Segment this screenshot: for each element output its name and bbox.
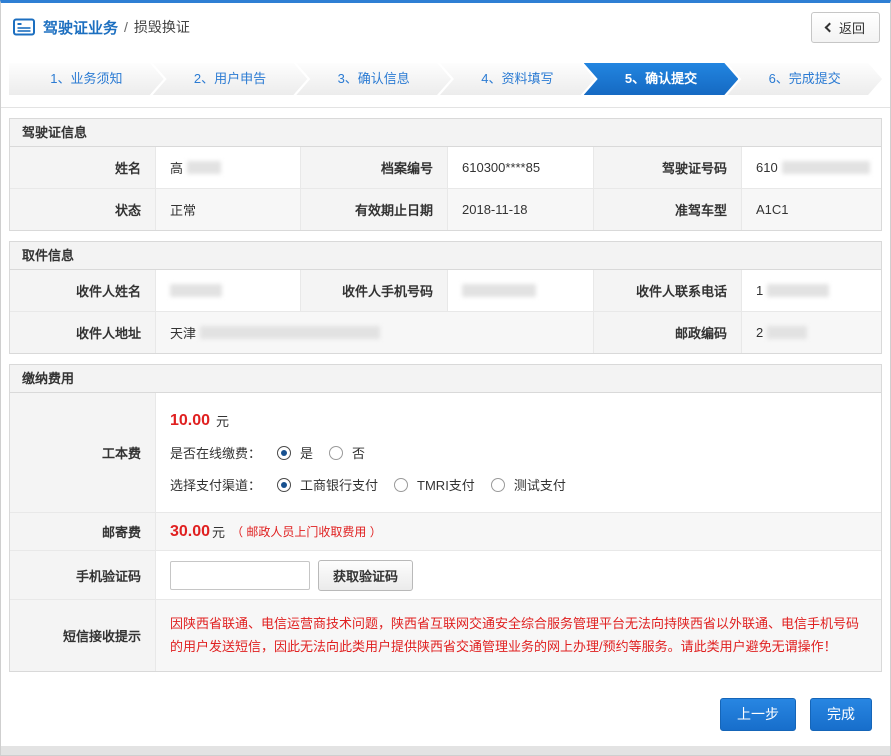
finish-button[interactable]: 完成 xyxy=(810,698,872,731)
redacted-value xyxy=(782,161,870,174)
valid-until-value: 2018-11-18 xyxy=(448,189,593,230)
recipient-address-label: 收件人地址 xyxy=(10,312,155,353)
license-info-section: 驾驶证信息 姓名 高 档案编号 610300****85 驾驶证号码 610 状… xyxy=(9,118,882,231)
sms-code-label: 手机验证码 xyxy=(10,551,155,599)
sms-code-cell: 获取验证码 xyxy=(156,551,881,599)
pickup-info-section-title: 取件信息 xyxy=(10,242,881,270)
archive-number-label: 档案编号 xyxy=(301,147,447,188)
pay-channel-row: 选择支付渠道： 工商银行支付 TMRI支付 测试支付 xyxy=(170,475,566,494)
production-fee-cell: 10.00 元 是否在线缴费： 是 否 选择支付渠道： 工商银行支付 xyxy=(156,393,881,512)
pickup-info-section: 取件信息 收件人姓名 收件人手机号码 收件人联系电话 1 收件人地址 天津 邮政… xyxy=(9,241,882,354)
yuan-unit: 元 xyxy=(212,522,225,541)
online-pay-no-radio[interactable] xyxy=(329,446,343,460)
fee-section: 缴纳费用 工本费 10.00 元 是否在线缴费： 是 否 xyxy=(9,364,882,672)
channel-icbc-radio[interactable] xyxy=(277,478,291,492)
postal-code-label: 邮政编码 xyxy=(594,312,741,353)
recipient-phone-value: 1 xyxy=(742,270,881,311)
title-separator: / xyxy=(124,19,128,35)
online-pay-label: 是否在线缴费： xyxy=(170,443,261,462)
redacted-value xyxy=(767,284,829,297)
license-number-label: 驾驶证号码 xyxy=(594,147,741,188)
production-fee-label: 工本费 xyxy=(10,393,155,512)
postage-fee-label: 邮寄费 xyxy=(10,513,155,550)
vehicle-class-label: 准驾车型 xyxy=(594,189,741,230)
license-info-section-title: 驾驶证信息 xyxy=(10,119,881,147)
footer-actions: 上一步 完成 xyxy=(9,682,882,731)
back-button-label: 返回 xyxy=(839,18,865,37)
step-4-fill-data[interactable]: 4、资料填写 xyxy=(440,63,595,95)
postage-fee-amount: 30.00 xyxy=(170,523,210,541)
step-5-confirm-submit[interactable]: 5、确认提交 xyxy=(584,63,739,95)
vehicle-class-value: A1C1 xyxy=(742,189,881,230)
bottom-strip xyxy=(1,746,890,755)
name-label: 姓名 xyxy=(10,147,155,188)
main-content: 驾驶证信息 姓名 高 档案编号 610300****85 驾驶证号码 610 状… xyxy=(1,108,890,732)
channel-tmri-radio[interactable] xyxy=(394,478,408,492)
online-pay-row: 是否在线缴费： 是 否 xyxy=(170,443,365,462)
online-pay-no-label: 否 xyxy=(352,443,365,462)
recipient-name-label: 收件人姓名 xyxy=(10,270,155,311)
license-service-icon xyxy=(13,18,35,36)
get-code-button[interactable]: 获取验证码 xyxy=(318,560,413,591)
recipient-name-value xyxy=(156,270,300,311)
header: 驾驶证业务 / 损毁换证 返回 xyxy=(1,3,890,51)
valid-until-label: 有效期止日期 xyxy=(301,189,447,230)
page-title: 驾驶证业务 xyxy=(43,17,118,38)
redacted-value xyxy=(200,326,380,339)
channel-test-radio[interactable] xyxy=(491,478,505,492)
redacted-value xyxy=(462,284,536,297)
step-wizard: 1、业务须知 2、用户申告 3、确认信息 4、资料填写 5、确认提交 6、完成提… xyxy=(1,51,890,108)
pay-channel-label: 选择支付渠道： xyxy=(170,475,261,494)
redacted-value xyxy=(187,161,221,174)
channel-test-label: 测试支付 xyxy=(514,475,566,494)
recipient-address-value: 天津 xyxy=(156,312,593,353)
redacted-value xyxy=(170,284,222,297)
step-3-confirm-info[interactable]: 3、确认信息 xyxy=(296,63,451,95)
fee-section-title: 缴纳费用 xyxy=(10,365,881,393)
postal-code-value: 2 xyxy=(742,312,881,353)
page-subtitle: 损毁换证 xyxy=(134,17,190,37)
recipient-mobile-label: 收件人手机号码 xyxy=(301,270,447,311)
sms-code-input[interactable] xyxy=(170,561,310,590)
step-1-business-notice[interactable]: 1、业务须知 xyxy=(9,63,164,95)
name-value: 高 xyxy=(156,147,300,188)
recipient-phone-label: 收件人联系电话 xyxy=(594,270,741,311)
production-fee-amount-row: 10.00 元 xyxy=(170,411,229,430)
back-button[interactable]: 返回 xyxy=(811,12,880,43)
status-value: 正常 xyxy=(156,189,300,230)
archive-number-value: 610300****85 xyxy=(448,147,593,188)
status-label: 状态 xyxy=(10,189,155,230)
yuan-unit: 元 xyxy=(216,411,229,430)
back-chevron-icon xyxy=(825,22,835,32)
postage-fee-note: （ 邮政人员上门收取费用 ） xyxy=(231,523,382,540)
previous-step-button[interactable]: 上一步 xyxy=(720,698,796,731)
step-2-user-declaration[interactable]: 2、用户申告 xyxy=(153,63,308,95)
sms-tip-text: 因陕西省联通、电信运营商技术问题，陕西省互联网交通安全综合服务管理平台无法向持陕… xyxy=(156,600,881,671)
redacted-value xyxy=(767,326,807,339)
step-6-finish-submit[interactable]: 6、完成提交 xyxy=(727,63,882,95)
page: 驾驶证业务 / 损毁换证 返回 1、业务须知 2、用户申告 3、确认信息 4、资… xyxy=(0,0,891,756)
channel-tmri-label: TMRI支付 xyxy=(417,475,475,494)
online-pay-yes-radio[interactable] xyxy=(277,446,291,460)
sms-tip-label: 短信接收提示 xyxy=(10,600,155,671)
license-number-value: 610 xyxy=(742,147,881,188)
online-pay-yes-label: 是 xyxy=(300,443,313,462)
production-fee-amount: 10.00 xyxy=(170,412,210,430)
recipient-mobile-value xyxy=(448,270,593,311)
postage-fee-cell: 30.00 元 （ 邮政人员上门收取费用 ） xyxy=(156,513,881,550)
channel-icbc-label: 工商银行支付 xyxy=(300,475,378,494)
sms-tip-cell: 因陕西省联通、电信运营商技术问题，陕西省互联网交通安全综合服务管理平台无法向持陕… xyxy=(156,600,881,671)
